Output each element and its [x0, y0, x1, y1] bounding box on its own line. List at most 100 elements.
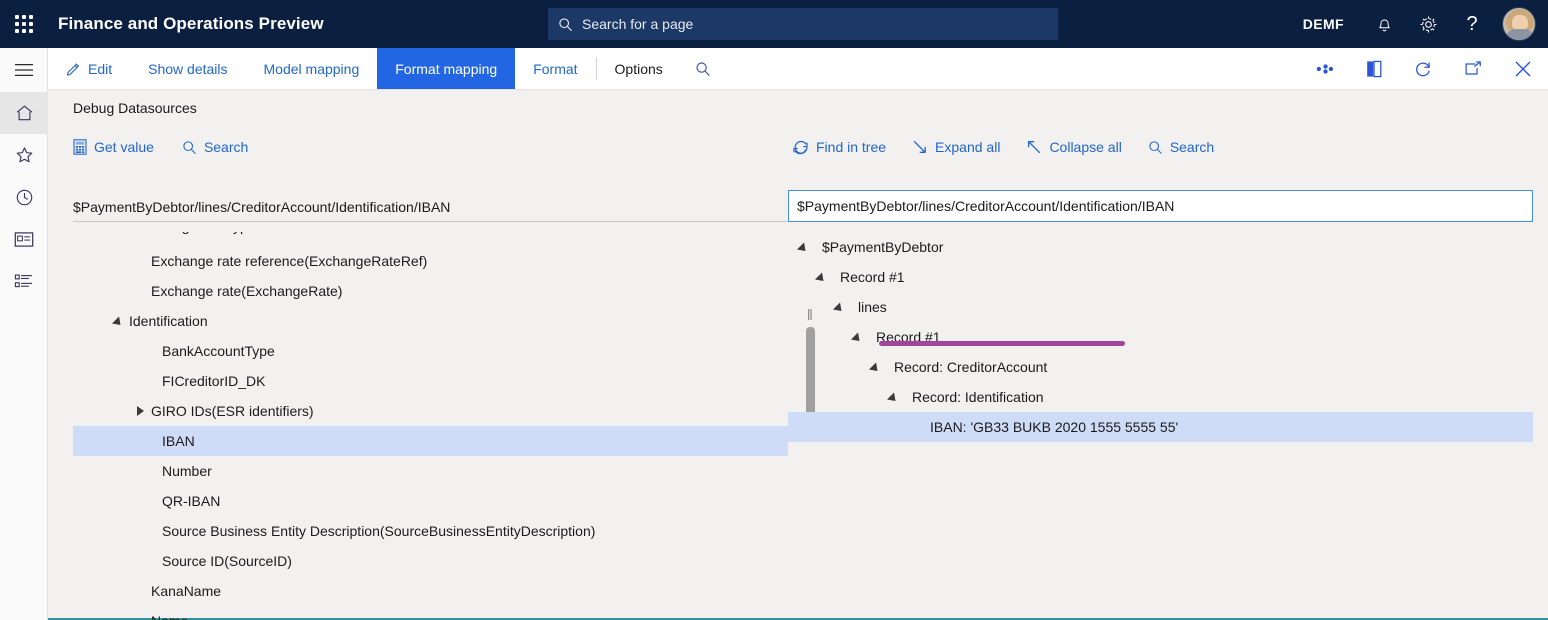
twisty-expanded-icon[interactable]	[882, 394, 904, 401]
list-item-label: QR-IBAN	[162, 493, 220, 509]
twisty-expanded-icon[interactable]	[792, 244, 814, 251]
search-icon	[695, 61, 711, 77]
settings-button[interactable]	[1406, 0, 1450, 48]
list-item-label: Exchange rate(ExchangeRate)	[151, 283, 342, 299]
datasource-path-value: $PaymentByDebtor/lines/CreditorAccount/I…	[73, 199, 450, 215]
tree-path-input[interactable]: $PaymentByDebtor/lines/CreditorAccount/I…	[788, 190, 1533, 222]
calculator-icon	[73, 139, 87, 155]
tree-node[interactable]: lines	[788, 292, 1533, 322]
command-show-details-label: Show details	[148, 61, 227, 77]
sidebar-item-workspaces[interactable]	[0, 218, 48, 260]
close-icon	[1514, 60, 1532, 78]
global-search-placeholder: Search for a page	[582, 16, 693, 32]
twisty-expanded-icon[interactable]	[810, 274, 832, 281]
list-item[interactable]: FICreditorID_DK	[73, 366, 788, 396]
refresh-button[interactable]	[1398, 48, 1448, 89]
list-item-label: Source ID(SourceID)	[162, 553, 292, 569]
list-item-label: IBAN	[162, 433, 195, 449]
modules-icon	[14, 273, 34, 290]
list-item[interactable]: KanaName	[73, 576, 788, 606]
tree-node-label: Record: CreditorAccount	[894, 359, 1047, 375]
tree-search-button[interactable]: Search	[1148, 139, 1214, 155]
waffle-icon	[15, 15, 33, 33]
tree-node[interactable]: Record #1	[788, 262, 1533, 292]
sidebar-item-modules[interactable]	[0, 260, 48, 302]
list-item-label: GIRO IDs(ESR identifiers)	[151, 403, 314, 419]
datasource-path-input[interactable]: $PaymentByDebtor/lines/CreditorAccount/I…	[73, 192, 788, 222]
list-item[interactable]: Exchange rate(ExchangeRate)	[73, 276, 788, 306]
twisty-collapsed-icon[interactable]	[129, 406, 151, 416]
sidebar-item-home[interactable]	[0, 92, 48, 134]
command-model-mapping-label: Model mapping	[264, 61, 360, 77]
page-title: Debug Datasources	[73, 100, 197, 116]
panel-icon	[1366, 60, 1382, 78]
top-bar-actions: DEMF ?	[1285, 0, 1548, 48]
list-item-label: Identification	[129, 313, 208, 329]
get-value-button[interactable]: Get value	[73, 139, 154, 155]
datasources-pane-commands: Get value Search	[73, 132, 788, 162]
command-edit[interactable]: Edit	[48, 48, 130, 89]
list-item-clipped[interactable]: Exchange rate type	[73, 232, 788, 246]
expand-all-label: Expand all	[935, 139, 1000, 155]
navigation-menu-button[interactable]	[0, 48, 48, 92]
tree-pane: Find in tree Expand all Collapse all	[788, 132, 1538, 620]
command-format[interactable]: Format	[515, 48, 595, 89]
list-item-label: FICreditorID_DK	[162, 373, 265, 389]
company-selector[interactable]: DEMF	[1285, 16, 1362, 32]
help-button[interactable]: ?	[1450, 0, 1494, 48]
clock-icon	[15, 188, 34, 207]
evaluation-tree[interactable]: $PaymentByDebtor Record #1 lines Record …	[788, 232, 1533, 442]
avatar[interactable]	[1502, 7, 1536, 41]
list-item[interactable]: BankAccountType	[73, 336, 788, 366]
list-item[interactable]: QR-IBAN	[73, 486, 788, 516]
command-bar-right-actions	[1300, 48, 1548, 89]
tree-node-selected[interactable]: IBAN: 'GB33 BUKB 2020 1555 5555 55'	[788, 412, 1533, 442]
list-item[interactable]: Name	[73, 606, 788, 620]
tree-node[interactable]: Record #1	[788, 322, 1533, 352]
list-item-label: Name	[151, 613, 188, 620]
notifications-button[interactable]	[1362, 0, 1406, 48]
refresh-icon	[792, 139, 809, 156]
command-options[interactable]: Options	[597, 48, 681, 89]
find-in-tree-label: Find in tree	[816, 139, 886, 155]
tree-node[interactable]: Record: Identification	[788, 382, 1533, 412]
open-panel-button[interactable]	[1350, 48, 1398, 89]
command-search-button[interactable]	[681, 48, 725, 89]
popout-button[interactable]	[1448, 48, 1498, 89]
list-item[interactable]: Source Business Entity Description(Sourc…	[73, 516, 788, 546]
find-in-tree-button[interactable]: Find in tree	[792, 139, 886, 156]
command-show-details[interactable]: Show details	[130, 48, 245, 89]
list-item[interactable]: Exchange rate reference(ExchangeRateRef)	[73, 246, 788, 276]
list-item[interactable]: Number	[73, 456, 788, 486]
collapse-all-button[interactable]: Collapse all	[1026, 139, 1121, 155]
twisty-expanded-icon[interactable]	[828, 304, 850, 311]
list-item[interactable]: Identification	[73, 306, 788, 336]
global-search-input[interactable]: Search for a page	[548, 8, 1058, 40]
command-model-mapping[interactable]: Model mapping	[246, 48, 378, 89]
sidebar-item-recent[interactable]	[0, 176, 48, 218]
datasources-search-button[interactable]: Search	[182, 139, 248, 155]
sidebar-item-favorites[interactable]	[0, 134, 48, 176]
list-item-label: BankAccountType	[162, 343, 275, 359]
expand-all-button[interactable]: Expand all	[912, 139, 1000, 155]
tree-node[interactable]: $PaymentByDebtor	[788, 232, 1533, 262]
datasources-list[interactable]: Exchange rate type Exchange rate referen…	[73, 232, 788, 620]
tree-node[interactable]: Record: CreditorAccount	[788, 352, 1533, 382]
datasources-pane: Get value Search $PaymentByDebtor/lines/…	[73, 132, 788, 620]
close-button[interactable]	[1498, 48, 1548, 89]
search-icon	[1148, 140, 1163, 155]
twisty-expanded-icon[interactable]	[864, 364, 886, 371]
twisty-expanded-icon[interactable]	[846, 334, 868, 341]
list-item-label: KanaName	[151, 583, 221, 599]
app-title: Finance and Operations Preview	[58, 14, 324, 34]
twisty-expanded-icon[interactable]	[107, 318, 129, 325]
command-format-mapping[interactable]: Format mapping	[377, 48, 515, 89]
share-button[interactable]	[1300, 48, 1350, 89]
list-item[interactable]: GIRO IDs(ESR identifiers)	[73, 396, 788, 426]
popout-icon	[1464, 61, 1482, 77]
search-icon	[558, 17, 573, 32]
app-launcher-button[interactable]	[0, 0, 48, 48]
list-item[interactable]: Source ID(SourceID)	[73, 546, 788, 576]
list-item-selected[interactable]: IBAN	[73, 426, 788, 456]
search-icon	[182, 140, 197, 155]
